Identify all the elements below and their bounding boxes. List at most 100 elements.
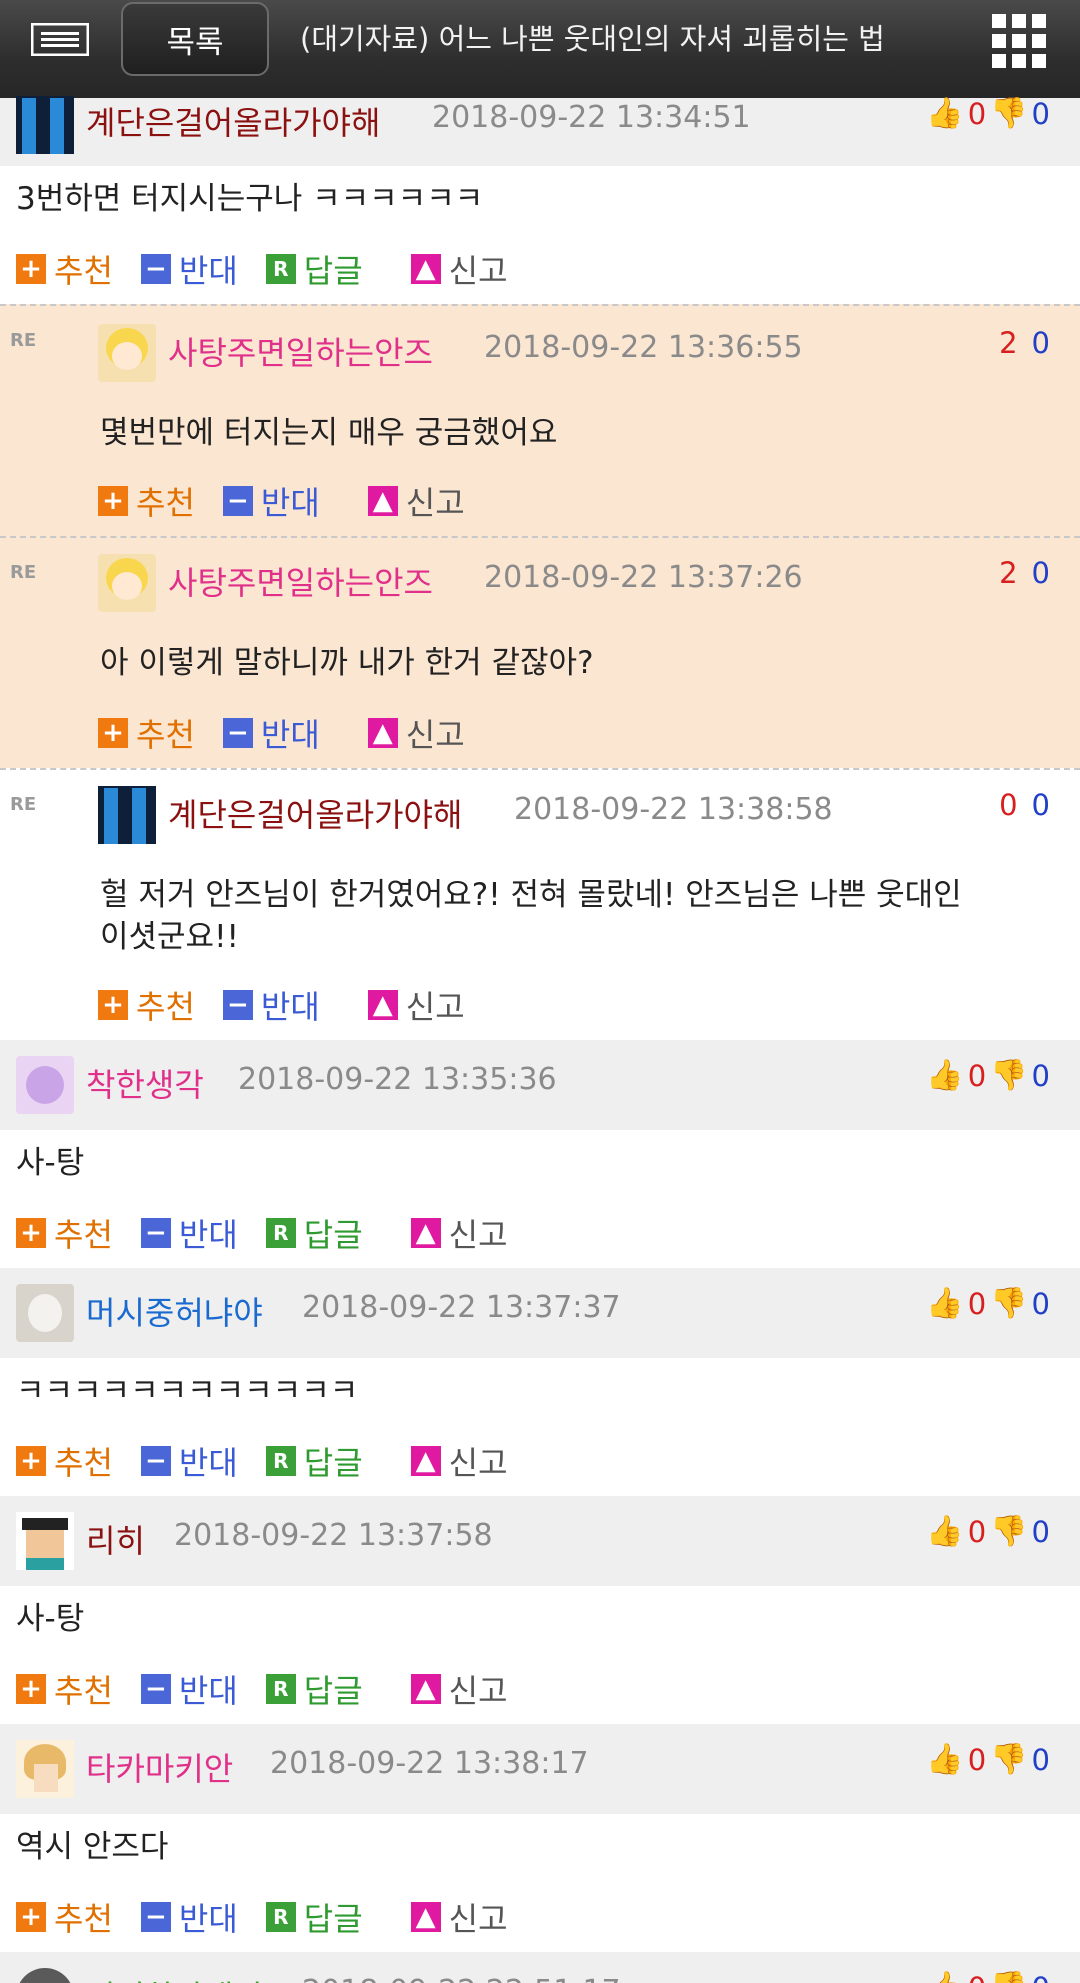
siren-icon: ▲ <box>410 254 441 284</box>
reply-date: 2018-09-22 13:36:55 <box>484 330 803 365</box>
reply-text-line1: 헐 저거 안즈님이 한거였어요?! 전혀 몰랐네! 안즈님은 나쁜 웃대인 <box>100 877 962 913</box>
comment-text: 3번하면 터지시는구나 ㅋㅋㅋㅋㅋㅋ <box>16 181 484 217</box>
comment-text: 역시 안즈다 <box>16 1829 169 1865</box>
recommend-button[interactable]: + 추천 <box>16 1666 113 1712</box>
thumbs-down-icon[interactable]: 👎 <box>990 1058 1027 1093</box>
comment-header: 티티하라재미 2018-09-22 22:51:17 👍 0 👎 0 <box>0 1952 1080 1983</box>
page-title: (대기자료) 어느 나쁜 웃대인의 자셔 괴롭히는 법 <box>300 22 885 56</box>
comment-username[interactable]: 티티하라재미 <box>86 1972 263 1983</box>
reply-username[interactable]: 사탕주면일하는안즈 <box>168 558 433 604</box>
thumbs-up-icon[interactable]: 👍 <box>926 1742 963 1777</box>
report-button[interactable]: ▲ 신고 <box>410 246 508 292</box>
vote-up-count: 0 <box>968 1971 986 1983</box>
vote-counter: 2 0 <box>999 326 1050 360</box>
vote-counter: 2 0 <box>999 556 1050 590</box>
comment-item: 착한생각 2018-09-22 13:35:36 👍 0 👎 0 사-탕 + 추천… <box>0 1040 1080 1268</box>
recommend-button[interactable]: + 추천 <box>16 246 113 292</box>
thumbs-up-icon[interactable]: 👍 <box>926 96 963 131</box>
reply-arrow-icon: RE <box>10 562 37 583</box>
reply-button[interactable]: R 답글 <box>265 1666 363 1712</box>
reply-username[interactable]: 계단은걸어올라가야해 <box>168 790 462 836</box>
oppose-button[interactable]: − 반대 <box>222 710 320 756</box>
siren-icon: ▲ <box>410 1674 441 1704</box>
thumbs-up-icon[interactable]: 👍 <box>926 1514 963 1549</box>
report-button[interactable]: ▲ 신고 <box>410 1894 508 1940</box>
user-avatar[interactable] <box>98 554 156 612</box>
thumbs-down-icon[interactable]: 👎 <box>990 1970 1027 1983</box>
siren-icon: ▲ <box>410 1446 441 1476</box>
user-avatar[interactable] <box>98 786 156 844</box>
vote-down-count: 0 <box>1031 1058 1050 1093</box>
user-avatar[interactable] <box>16 1968 74 1983</box>
recommend-button[interactable]: + 추천 <box>98 478 195 524</box>
thumbs-down-icon[interactable]: 👎 <box>990 1742 1027 1777</box>
reply-text: 몇번만에 터지는지 매우 궁금했어요 <box>100 415 558 451</box>
vote-counter: 👍 0 👎 0 <box>926 1286 1050 1321</box>
reply-button[interactable]: R 답글 <box>265 246 363 292</box>
comment-username[interactable]: 머시중허냐야 <box>86 1288 263 1334</box>
report-button[interactable]: ▲ 신고 <box>367 710 465 756</box>
comment-header: 리히 2018-09-22 13:37:58 👍 0 👎 0 <box>0 1496 1080 1586</box>
thumbs-down-icon[interactable]: 👎 <box>990 1514 1027 1549</box>
thumbs-up-icon[interactable]: 👍 <box>926 1058 963 1093</box>
vote-counter: 0 0 <box>999 788 1050 822</box>
user-avatar[interactable] <box>16 1740 74 1798</box>
comment-actions: + 추천 − 반대 R 답글 ▲ 신고 <box>16 1666 536 1712</box>
user-avatar[interactable] <box>16 1056 74 1114</box>
comment-item: 계단은걸어올라가야해 2018-09-22 13:34:51 👍 0 👎 0 3… <box>0 96 1080 306</box>
report-button[interactable]: ▲ 신고 <box>367 982 465 1028</box>
oppose-button[interactable]: − 반대 <box>222 478 320 524</box>
siren-icon: ▲ <box>367 990 398 1020</box>
minus-icon: − <box>222 486 253 516</box>
report-button[interactable]: ▲ 신고 <box>410 1438 508 1484</box>
oppose-button[interactable]: − 반대 <box>222 982 320 1028</box>
oppose-button[interactable]: − 반대 <box>140 1666 238 1712</box>
reply-button[interactable]: R 답글 <box>265 1894 363 1940</box>
recommend-button[interactable]: + 추천 <box>16 1894 113 1940</box>
user-avatar[interactable] <box>16 96 74 154</box>
menu-icon[interactable] <box>31 23 89 56</box>
minus-icon: − <box>140 1902 171 1932</box>
oppose-button[interactable]: − 반대 <box>140 1438 238 1484</box>
thumbs-up-icon[interactable]: 👍 <box>926 1970 963 1983</box>
comment-header: 타카마키안 2018-09-22 13:38:17 👍 0 👎 0 <box>0 1724 1080 1814</box>
comment-text: 사-탕 <box>16 1601 85 1637</box>
oppose-button[interactable]: − 반대 <box>140 1894 238 1940</box>
thumbs-down-icon[interactable]: 👎 <box>990 96 1027 131</box>
comment-header: 계단은걸어올라가야해 2018-09-22 13:34:51 👍 0 👎 0 <box>0 96 1080 166</box>
report-button[interactable]: ▲ 신고 <box>410 1210 508 1256</box>
reply-icon: R <box>265 254 296 284</box>
plus-icon: + <box>16 1218 46 1248</box>
recommend-button[interactable]: + 추천 <box>16 1210 113 1256</box>
thumbs-down-icon[interactable]: 👎 <box>990 1286 1027 1321</box>
vote-counter: 👍 0 👎 0 <box>926 1742 1050 1777</box>
grid-menu-icon[interactable] <box>992 14 1046 68</box>
vote-counter: 👍 0 👎 0 <box>926 1514 1050 1549</box>
user-avatar[interactable] <box>16 1512 74 1570</box>
oppose-button[interactable]: − 반대 <box>140 1210 238 1256</box>
oppose-button[interactable]: − 반대 <box>140 246 238 292</box>
list-button[interactable]: 목록 <box>121 2 269 76</box>
recommend-button[interactable]: + 추천 <box>98 710 195 756</box>
vote-down-count: 0 <box>1031 788 1050 822</box>
user-avatar[interactable] <box>16 1284 74 1342</box>
comment-username[interactable]: 착한생각 <box>86 1060 204 1106</box>
user-avatar[interactable] <box>98 324 156 382</box>
thumbs-up-icon[interactable]: 👍 <box>926 1286 963 1321</box>
comment-username[interactable]: 타카마키안 <box>86 1744 233 1790</box>
report-button[interactable]: ▲ 신고 <box>367 478 465 524</box>
minus-icon: − <box>222 990 253 1020</box>
reply-button[interactable]: R 답글 <box>265 1210 363 1256</box>
reply-username[interactable]: 사탕주면일하는안즈 <box>168 328 433 374</box>
vote-down-count: 0 <box>1031 1514 1050 1549</box>
recommend-button[interactable]: + 추천 <box>16 1438 113 1484</box>
reply-button[interactable]: R 답글 <box>265 1438 363 1484</box>
vote-up-count: 2 <box>999 556 1018 590</box>
vote-down-count: 0 <box>1031 1742 1050 1777</box>
vote-down-count: 0 <box>1031 326 1050 360</box>
comment-username[interactable]: 계단은걸어올라가야해 <box>86 98 380 144</box>
comment-username[interactable]: 리히 <box>86 1516 145 1562</box>
recommend-button[interactable]: + 추천 <box>98 982 195 1028</box>
report-button[interactable]: ▲ 신고 <box>410 1666 508 1712</box>
reply-item: RE 사탕주면일하는안즈 2018-09-22 13:36:55 2 0 몇번만… <box>0 304 1080 536</box>
